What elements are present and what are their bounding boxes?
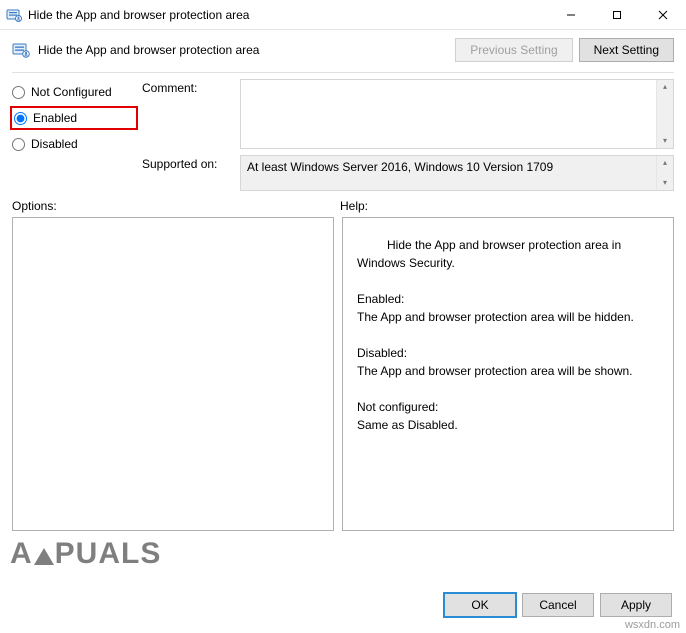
cancel-button[interactable]: Cancel [522,593,594,617]
policy-icon [12,41,30,59]
scroll-down-icon: ▾ [657,176,673,190]
window-controls [548,0,686,29]
comment-label: Comment: [142,79,232,95]
ok-button[interactable]: OK [444,593,516,617]
supported-on-text: At least Windows Server 2016, Windows 10… [241,156,656,190]
comment-field[interactable] [241,80,656,148]
supported-on-box: At least Windows Server 2016, Windows 10… [240,155,674,191]
radio-disabled-label: Disabled [31,137,78,151]
radio-disabled-input[interactable] [12,138,25,151]
close-button[interactable] [640,0,686,29]
radio-enabled[interactable]: Enabled [14,111,77,125]
radio-enabled-label: Enabled [33,111,77,125]
supported-scrollbar[interactable]: ▴ ▾ [656,156,673,190]
watermark-right: wsxdn.com [625,619,680,631]
help-label: Help: [340,199,368,213]
radio-disabled[interactable]: Disabled [12,137,132,151]
scroll-up-icon: ▴ [657,80,673,94]
state-radios: Not Configured Enabled Disabled [12,79,132,191]
scroll-down-icon: ▾ [657,134,673,148]
options-label: Options: [12,199,340,213]
apply-button[interactable]: Apply [600,593,672,617]
radio-enabled-input[interactable] [14,112,27,125]
window-title: Hide the App and browser protection area [28,8,548,22]
radio-not-configured-label: Not Configured [31,85,112,99]
help-text: Hide the App and browser protection area… [343,218,673,530]
scroll-up-icon: ▴ [657,156,673,170]
policy-title: Hide the App and browser protection area [38,43,455,57]
comment-scrollbar[interactable]: ▴ ▾ [656,80,673,148]
watermark-left: APUALS [10,537,161,571]
header-row: Hide the App and browser protection area… [0,30,686,68]
radio-not-configured-input[interactable] [12,86,25,99]
next-setting-button[interactable]: Next Setting [579,38,674,62]
comment-field-wrap: ▴ ▾ [240,79,674,149]
dialog-footer: OK Cancel Apply [444,593,672,617]
maximize-button[interactable] [594,0,640,29]
titlebar: Hide the App and browser protection area [0,0,686,30]
previous-setting-button[interactable]: Previous Setting [455,38,572,62]
policy-window-icon [6,7,22,23]
separator [12,72,674,73]
options-panel [12,217,334,531]
radio-not-configured[interactable]: Not Configured [12,85,132,99]
supported-label: Supported on: [142,155,232,171]
minimize-button[interactable] [548,0,594,29]
help-panel: Hide the App and browser protection area… [342,217,674,531]
